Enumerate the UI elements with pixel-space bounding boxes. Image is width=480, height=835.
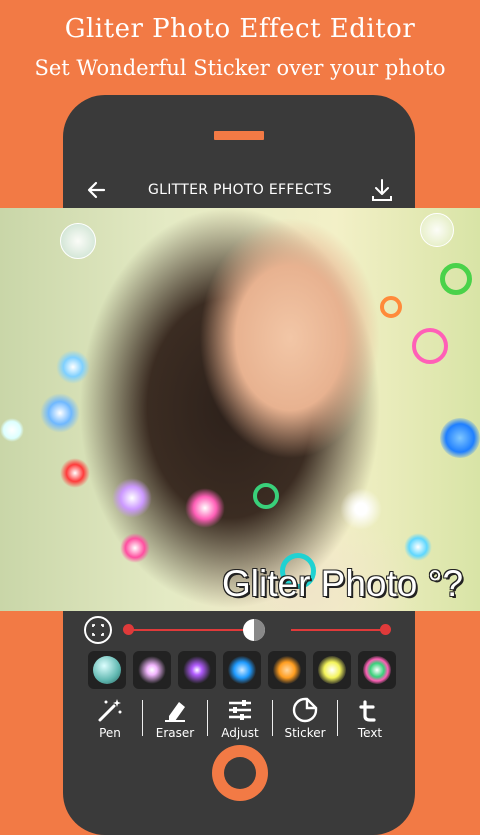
glitter-sparkle — [185, 488, 225, 528]
glitter-sparkle — [380, 296, 402, 318]
photo-watermark: Gliter Photo °? — [222, 563, 464, 604]
phone-speaker — [214, 131, 264, 140]
tool-label: Pen — [99, 726, 121, 740]
effect-thumb[interactable] — [268, 651, 306, 689]
magic-wand-icon — [98, 699, 122, 722]
yellow-glow-icon — [318, 656, 346, 684]
glitter-sparkle — [112, 478, 152, 518]
glitter-sparkle — [440, 418, 480, 458]
purple-star-icon — [183, 656, 211, 684]
effect-thumb[interactable] — [223, 651, 261, 689]
orange-snowflake-icon — [273, 656, 301, 684]
home-button-inner — [224, 757, 256, 789]
glitter-sparkle — [440, 263, 472, 295]
effect-slider-row — [78, 612, 402, 648]
glitter-sparkle — [60, 223, 96, 259]
glitter-sparkle — [60, 458, 90, 488]
glitter-sparkle — [253, 483, 279, 509]
photo-canvas[interactable]: Gliter Photo °? — [0, 208, 480, 611]
effect-strip — [78, 648, 402, 694]
glitter-sparkle — [412, 328, 448, 364]
teal-bubble-icon — [93, 656, 121, 684]
text-button[interactable]: Text — [338, 694, 402, 742]
effect-thumb[interactable] — [178, 651, 216, 689]
glitter-sparkle — [0, 418, 24, 442]
glitter-sparkle — [340, 488, 382, 530]
effect-thumb[interactable] — [313, 651, 351, 689]
fit-screen-icon[interactable] — [84, 616, 112, 644]
sticker-icon — [292, 697, 318, 723]
size-slider-thumb[interactable] — [123, 624, 134, 635]
glitter-sparkle — [404, 533, 432, 561]
glitter-sparkle — [40, 393, 80, 433]
promo-title: Gliter Photo Effect Editor — [64, 14, 416, 44]
text-icon — [359, 700, 376, 722]
promo-subtitle: Set Wonderful Sticker over your photo — [34, 56, 446, 80]
opacity-slider-thumb[interactable] — [380, 624, 391, 635]
pen-button[interactable]: Pen — [78, 694, 142, 742]
sticker-button[interactable]: Sticker — [273, 694, 337, 742]
app-bar: GLITTER PHOTO EFFECTS — [78, 171, 402, 211]
glitter-sparkle — [420, 213, 454, 247]
effect-thumb[interactable] — [133, 651, 171, 689]
contrast-icon[interactable] — [242, 618, 266, 642]
tool-label: Adjust — [221, 726, 259, 740]
effect-thumb[interactable] — [88, 651, 126, 689]
glitter-sparkle — [56, 350, 90, 384]
blue-snowflake-icon — [228, 656, 256, 684]
opacity-slider-track[interactable] — [291, 629, 386, 631]
tool-label: Text — [357, 726, 383, 740]
effect-thumb[interactable] — [358, 651, 396, 689]
sliders-icon — [229, 700, 251, 720]
adjust-button[interactable]: Adjust — [208, 694, 272, 742]
eraser-button[interactable]: Eraser — [143, 694, 207, 742]
home-button[interactable] — [212, 745, 268, 801]
tool-label: Sticker — [284, 726, 326, 740]
pink-starburst-icon — [138, 656, 166, 684]
bottom-toolbar: Pen Eraser Adjust Sticker Text — [78, 694, 402, 742]
download-icon[interactable] — [368, 176, 396, 204]
green-ring-icon — [363, 656, 391, 684]
app-title: GLITTER PHOTO EFFECTS — [148, 182, 332, 198]
size-slider-track[interactable] — [128, 629, 246, 631]
glitter-sparkle — [120, 533, 150, 563]
arrow-left-icon[interactable] — [84, 177, 110, 203]
eraser-icon — [165, 702, 185, 722]
tool-label: Eraser — [155, 726, 195, 740]
